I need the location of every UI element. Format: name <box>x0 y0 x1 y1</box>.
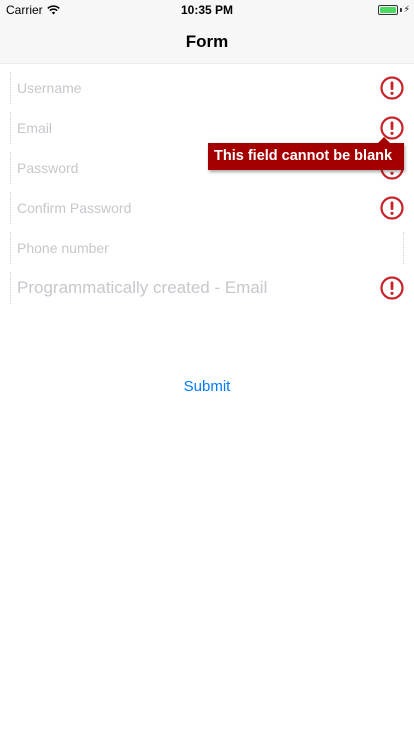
confirm-password-field-row <box>10 188 404 228</box>
email-field[interactable] <box>17 114 367 142</box>
navigation-bar: Form <box>0 20 414 64</box>
programmatic-email-field-row <box>10 268 404 308</box>
exclamation-circle-icon[interactable] <box>380 76 404 100</box>
status-bar: Carrier 10:35 PM ⚡ <box>0 0 414 20</box>
programmatic-email-field[interactable] <box>17 274 367 302</box>
confirm-password-field[interactable] <box>17 194 367 222</box>
phone-number-field-row <box>10 228 404 268</box>
status-time: 10:35 PM <box>180 3 234 17</box>
exclamation-circle-icon[interactable] <box>380 196 404 220</box>
error-tooltip: This field cannot be blank <box>208 143 404 170</box>
phone-number-field[interactable] <box>17 234 367 262</box>
exclamation-circle-icon[interactable] <box>380 276 404 300</box>
form <box>0 68 414 308</box>
page-title: Form <box>185 32 229 51</box>
username-field-row <box>10 68 404 108</box>
submit-button[interactable]: Submit <box>157 373 257 399</box>
battery-charging-icon: ⚡ <box>377 4 410 15</box>
charging-bolt-icon: ⚡ <box>403 4 410 14</box>
email-field-row <box>10 108 404 148</box>
username-field[interactable] <box>17 74 367 102</box>
